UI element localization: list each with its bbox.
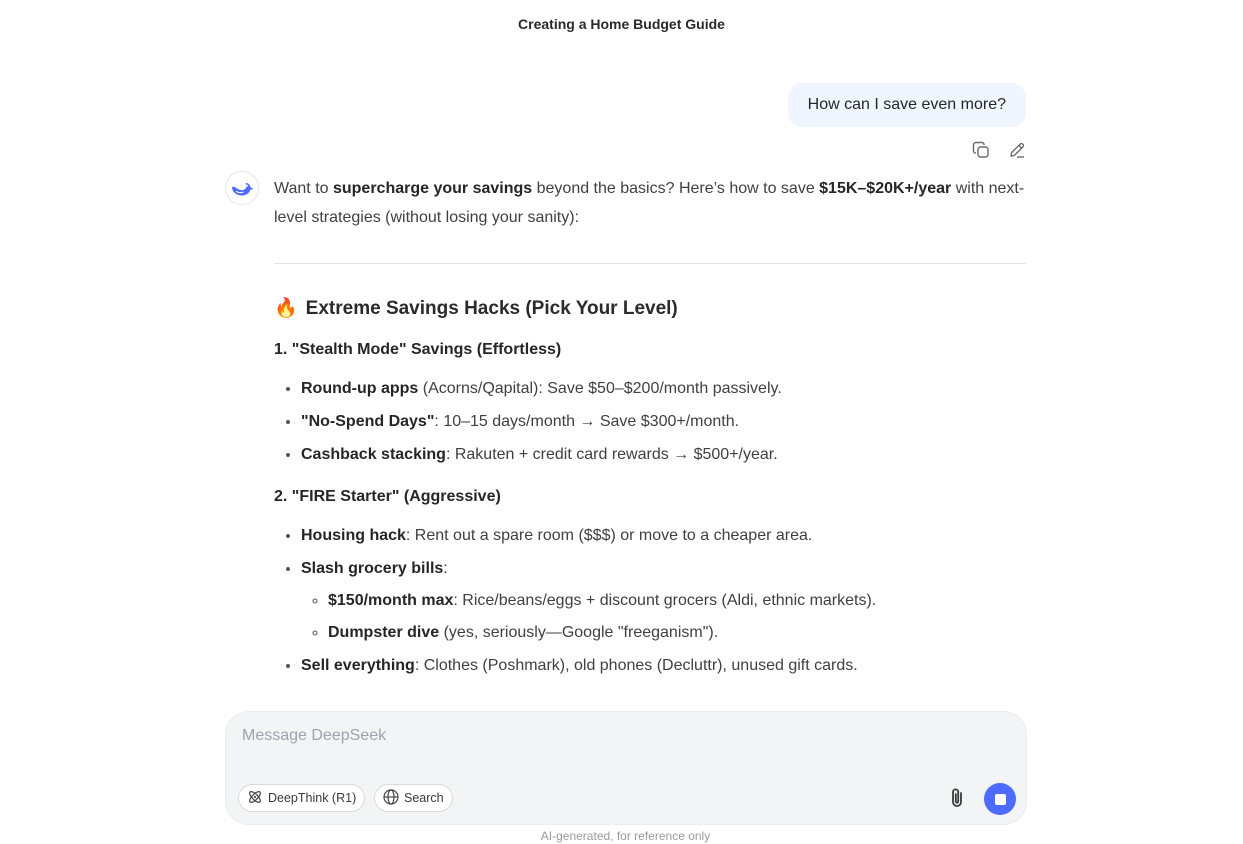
- message-composer: DeepThink (R1) Search: [225, 711, 1027, 825]
- stop-icon: [994, 793, 1006, 805]
- assistant-response: Want to supercharge your savings beyond …: [274, 174, 1026, 706]
- message-actions: [970, 139, 1028, 161]
- list-item: "No-Spend Days": 10–15 days/month → Save…: [301, 407, 1026, 436]
- page-title: Creating a Home Budget Guide: [518, 16, 725, 32]
- list-item: Sell everything: Clothes (Poshmark), old…: [301, 651, 1026, 680]
- edit-icon[interactable]: [1006, 139, 1028, 161]
- atom-icon: [247, 789, 263, 808]
- list-item: Dumpster dive (yes, seriously—Google "fr…: [328, 618, 1026, 647]
- whale-logo-icon: [225, 171, 259, 205]
- list-item: $150/month max: Rice/beans/eggs + discou…: [328, 586, 1026, 615]
- stop-button[interactable]: [984, 783, 1016, 815]
- list-item: Slash grocery bills: $150/month max: Ric…: [301, 554, 1026, 647]
- nested-list: $150/month max: Rice/beans/eggs + discou…: [301, 586, 1026, 647]
- subsection-title: 2. "FIRE Starter" (Aggressive): [274, 488, 501, 505]
- list-item: Housing hack: Rent out a spare room ($$$…: [301, 521, 1026, 550]
- section-heading: 🔥 Extreme Savings Hacks (Pick Your Level…: [274, 295, 1026, 323]
- subsection-title: 1. "Stealth Mode" Savings (Effortless): [274, 341, 562, 358]
- disclaimer: AI-generated, for reference only: [540, 829, 711, 843]
- globe-icon: [383, 788, 399, 808]
- bullet-list: Round-up apps (Acorns/Qapital): Save $50…: [274, 374, 1026, 469]
- message-input[interactable]: [240, 725, 1004, 759]
- bullet-list: Housing hack: Rent out a spare room ($$$…: [274, 521, 1026, 680]
- divider: [274, 263, 1026, 264]
- search-toggle[interactable]: Search: [374, 784, 453, 812]
- list-item: Cashback stacking: Rakuten + credit card…: [301, 440, 1026, 469]
- fire-icon: 🔥: [274, 298, 298, 319]
- intro-paragraph: Want to supercharge your savings beyond …: [274, 180, 1025, 226]
- list-item: Round-up apps (Acorns/Qapital): Save $50…: [301, 374, 1026, 403]
- user-message-bubble: How can I save even more?: [787, 83, 1026, 127]
- paperclip-icon[interactable]: [945, 785, 971, 811]
- copy-icon[interactable]: [970, 139, 992, 161]
- deepthink-toggle[interactable]: DeepThink (R1): [238, 784, 366, 812]
